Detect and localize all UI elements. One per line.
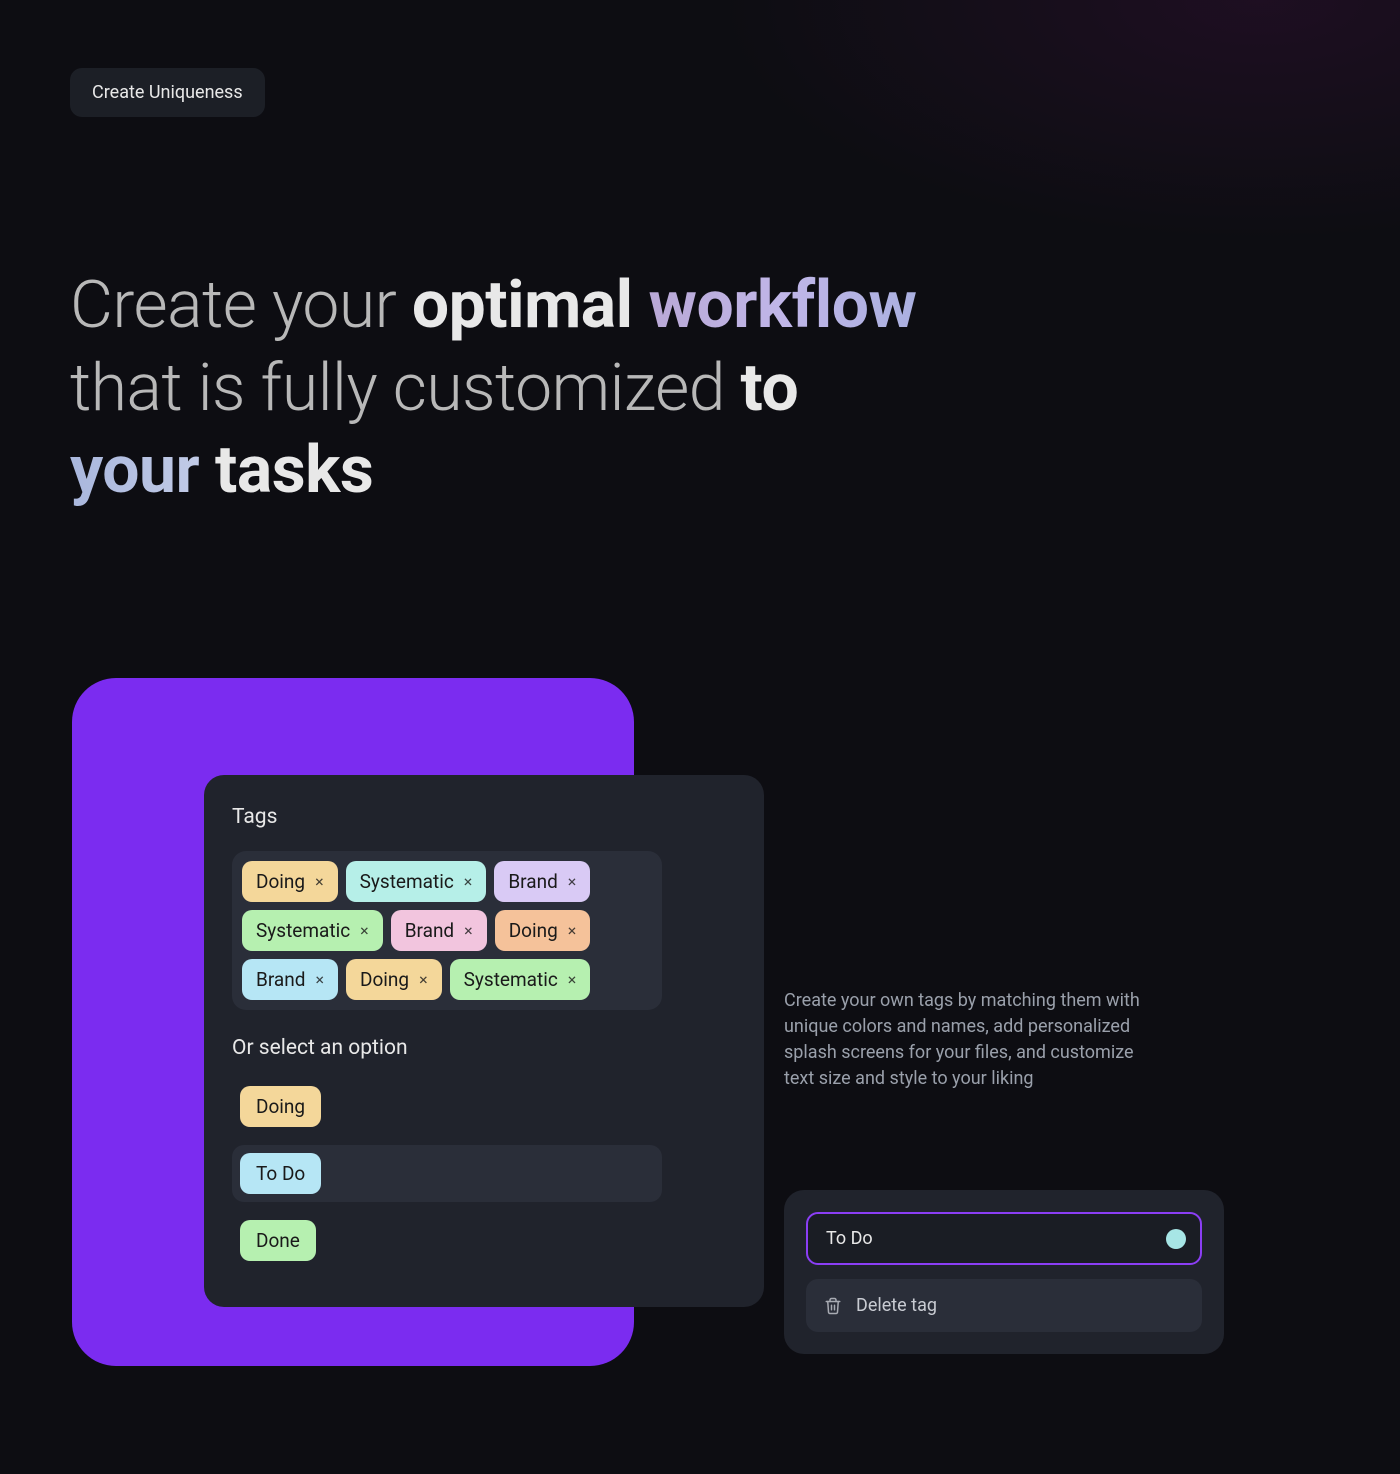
tag-row: Systematic × Brand × Doing × — [242, 910, 652, 951]
tag-pill-label: Doing — [360, 968, 409, 991]
tag-pill-label: Brand — [256, 968, 305, 991]
delete-tag-label: Delete tag — [856, 1295, 937, 1316]
tag-option-pill: To Do — [240, 1153, 321, 1194]
edit-tag-card: To Do Delete tag — [784, 1190, 1224, 1354]
tag-pill[interactable]: Doing × — [495, 910, 591, 951]
tag-pill[interactable]: Brand × — [242, 959, 338, 1000]
close-icon[interactable]: × — [568, 921, 577, 940]
tags-list: Doing × Systematic × Brand × Systematic × Brand ×… — [232, 851, 662, 1010]
delete-tag-button[interactable]: Delete tag — [806, 1279, 1202, 1332]
tag-pill-label: Systematic — [256, 919, 350, 942]
headline: Create your optimal workflow that is ful… — [70, 265, 916, 513]
select-option-label: Or select an option — [232, 1036, 736, 1060]
color-swatch[interactable] — [1166, 1229, 1186, 1249]
headline-bold: optimal — [412, 267, 649, 344]
tags-panel: Tags Doing×Systematic×Brand×Systematic×B… — [204, 775, 764, 1307]
tag-option-row[interactable]: To Do — [232, 1145, 662, 1202]
headline-bold: to — [740, 350, 798, 427]
tag-pill[interactable]: Systematic × — [346, 861, 487, 902]
headline-gradient: workflow — [648, 267, 916, 344]
tag-name-value: To Do — [826, 1228, 873, 1249]
tag-pill-label: Systematic — [464, 968, 558, 991]
tags-panel-title: Tags — [232, 805, 736, 829]
feature-description: Create your own tags by matching them wi… — [784, 988, 1164, 1092]
tag-pill[interactable]: Systematic × — [450, 959, 591, 1000]
trash-icon — [824, 1296, 842, 1316]
tag-option-row[interactable]: Doing — [232, 1078, 662, 1135]
tag-pill-label: Doing — [509, 919, 558, 942]
headline-gradient: your — [70, 432, 215, 509]
create-uniqueness-badge: Create Uniqueness — [70, 68, 265, 117]
tag-pill[interactable]: Brand × — [391, 910, 487, 951]
headline-text: Create your — [70, 267, 412, 344]
tag-pill[interactable]: Brand × — [494, 861, 590, 902]
headline-bold: tasks — [215, 432, 373, 509]
tag-row: Brand × Doing × Systematic × — [242, 959, 652, 1000]
tag-name-input[interactable]: To Do — [806, 1212, 1202, 1265]
tag-pill-label: Doing — [256, 870, 305, 893]
tag-option-pill: Done — [240, 1220, 316, 1261]
tag-pill[interactable]: Systematic × — [242, 910, 383, 951]
close-icon[interactable]: × — [464, 921, 473, 940]
close-icon[interactable]: × — [568, 970, 577, 989]
tag-pill-label: Brand — [405, 919, 454, 942]
tag-pill-label: Brand — [508, 870, 557, 893]
tag-pill-label: Systematic — [360, 870, 454, 893]
tag-option-row[interactable]: Done — [232, 1212, 662, 1269]
close-icon[interactable]: × — [568, 872, 577, 891]
close-icon[interactable]: × — [464, 872, 473, 891]
tag-option-pill: Doing — [240, 1086, 321, 1127]
close-icon[interactable]: × — [360, 921, 369, 940]
tag-pill[interactable]: Doing × — [346, 959, 442, 1000]
tag-row: Doing × Systematic × Brand × — [242, 861, 652, 902]
tag-pill[interactable]: Doing × — [242, 861, 338, 902]
close-icon[interactable]: × — [315, 872, 324, 891]
close-icon[interactable]: × — [315, 970, 324, 989]
close-icon[interactable]: × — [419, 970, 428, 989]
headline-text: that is fully customized — [70, 350, 740, 427]
